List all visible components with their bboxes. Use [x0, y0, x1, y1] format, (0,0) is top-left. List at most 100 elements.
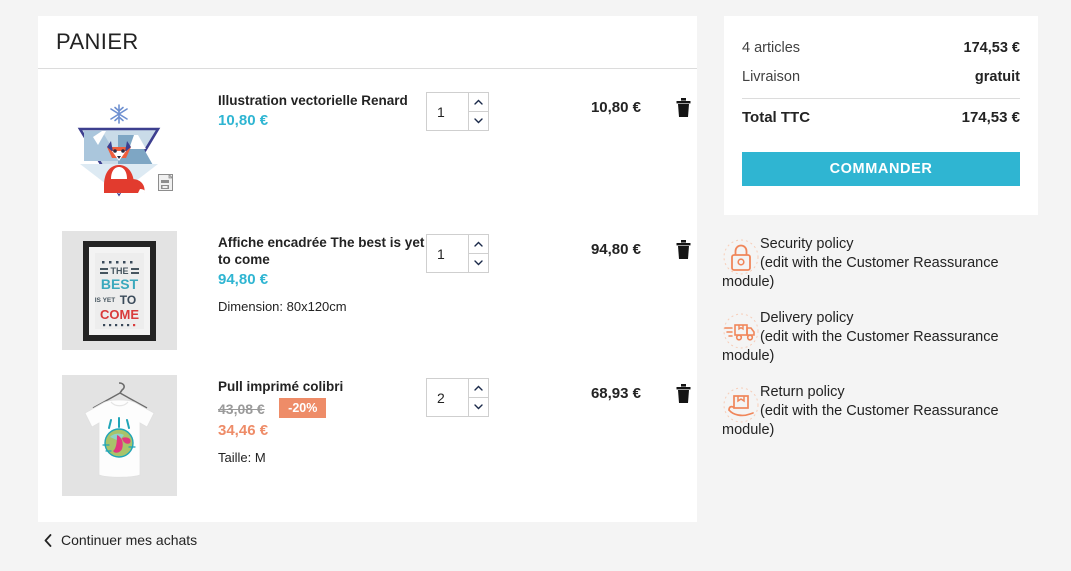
delete-item-button[interactable]: [675, 105, 692, 122]
lock-icon: [722, 238, 760, 276]
reassurance-delivery: Delivery policy (edit with the Customer …: [722, 309, 1052, 366]
quantity-decrease-button[interactable]: [469, 111, 488, 130]
quantity-stepper[interactable]: [426, 378, 489, 417]
chevron-up-icon: [474, 99, 483, 105]
reassurance-security: Security policy (edit with the Customer …: [722, 235, 1052, 292]
cart-page: PANIER: [0, 0, 1071, 571]
quantity-decrease-button[interactable]: [469, 253, 488, 272]
reassurance-block: Security policy (edit with the Customer …: [722, 235, 1052, 457]
cart-item-row: Pull imprimé colibri 43,08 € -20% 34,46 …: [56, 350, 679, 496]
page-title: PANIER: [56, 29, 139, 55]
summary-articles-label: 4 articles: [742, 40, 800, 56]
product-price-line: 43,08 € -20%: [218, 398, 426, 419]
reassurance-text: Security policy (edit with the Customer …: [722, 235, 1052, 292]
reassurance-title: Return policy: [722, 383, 1052, 402]
quantity-stepper[interactable]: [426, 92, 489, 131]
chevron-down-icon: [474, 404, 483, 410]
cart-item-row: Illustration vectorielle Renard 10,80 €: [56, 69, 679, 206]
order-summary-card: 4 articles 174,53 € Livraison gratuit To…: [724, 16, 1038, 215]
chevron-left-icon: [44, 534, 52, 547]
reassurance-note-continued: module): [722, 274, 774, 290]
reassurance-note: (edit with the Customer Reassurance: [722, 402, 1052, 421]
quantity-cell: [426, 375, 531, 417]
cart-items-list: Illustration vectorielle Renard 10,80 €: [38, 69, 697, 496]
quantity-increase-button[interactable]: [469, 235, 488, 253]
summary-total-row: Total TTC 174,53 €: [742, 103, 1020, 133]
product-price: 94,80 €: [218, 271, 426, 288]
trash-icon: [675, 97, 692, 118]
product-info-cell: Affiche encadrée The best is yet to come…: [218, 231, 426, 315]
quantity-input[interactable]: [427, 93, 468, 130]
chevron-up-icon: [474, 241, 483, 247]
quantity-stepper[interactable]: [426, 234, 489, 273]
trash-icon: [675, 383, 692, 404]
remove-item-cell: [641, 89, 692, 123]
product-thumbnail-cell: [56, 375, 218, 496]
cart-header: PANIER: [38, 16, 697, 69]
product-thumbnail-cell: [56, 89, 218, 206]
quantity-cell: [426, 89, 531, 131]
continue-shopping-link[interactable]: Continuer mes achats: [44, 532, 197, 548]
product-name[interactable]: Affiche encadrée The best is yet to come: [218, 234, 426, 268]
product-regular-price: 43,08 €: [218, 401, 265, 417]
return-box-icon: [722, 386, 760, 424]
svg-text:THE: THE: [111, 266, 129, 276]
summary-articles-value: 174,53 €: [964, 40, 1020, 56]
product-name[interactable]: Pull imprimé colibri: [218, 378, 426, 395]
summary-divider: [742, 98, 1020, 99]
summary-shipping-value: gratuit: [975, 69, 1020, 85]
svg-text:TO: TO: [120, 293, 136, 307]
remove-item-cell: [641, 375, 692, 409]
cart-card: PANIER: [38, 16, 697, 522]
product-image-poster[interactable]: THE BEST IS YET TO COME: [62, 231, 177, 350]
truck-icon: [722, 312, 760, 350]
quantity-input[interactable]: [427, 235, 468, 272]
product-name[interactable]: Illustration vectorielle Renard: [218, 92, 426, 109]
checkout-button[interactable]: COMMANDER: [742, 152, 1020, 186]
product-info-cell: Pull imprimé colibri 43,08 € -20% 34,46 …: [218, 375, 426, 466]
quantity-increase-button[interactable]: [469, 379, 488, 397]
remove-item-cell: [641, 231, 692, 265]
discount-badge: -20%: [279, 398, 326, 418]
quantity-increase-button[interactable]: [469, 93, 488, 111]
reassurance-note-continued: module): [722, 348, 774, 364]
printed-sweater-icon: [62, 375, 177, 496]
svg-text:IS YET: IS YET: [95, 297, 116, 304]
continue-shopping-label: Continuer mes achats: [61, 532, 197, 548]
summary-articles-row: 4 articles 174,53 €: [742, 34, 1020, 63]
reassurance-text: Delivery policy (edit with the Customer …: [722, 309, 1052, 366]
file-attachment-icon: [158, 174, 173, 191]
svg-text:COME: COME: [100, 307, 139, 322]
quantity-decrease-button[interactable]: [469, 397, 488, 416]
quantity-spinner: [468, 379, 488, 416]
quantity-cell: [426, 231, 531, 273]
summary-shipping-row: Livraison gratuit: [742, 63, 1020, 92]
delete-item-button[interactable]: [675, 391, 692, 408]
framed-poster-icon: THE BEST IS YET TO COME: [62, 231, 177, 350]
reassurance-note-continued: module): [722, 422, 774, 438]
product-price: 10,80 €: [218, 112, 426, 129]
line-total: 68,93 €: [531, 375, 641, 402]
cart-item-row: THE BEST IS YET TO COME: [56, 206, 679, 350]
reassurance-title: Security policy: [722, 235, 1052, 254]
delete-item-button[interactable]: [675, 247, 692, 264]
quantity-spinner: [468, 235, 488, 272]
reassurance-text: Return policy (edit with the Customer Re…: [722, 383, 1052, 440]
product-thumbnail-cell: THE BEST IS YET TO COME: [56, 231, 218, 350]
product-image-sweater[interactable]: [62, 375, 177, 496]
product-attribute: Dimension: 80x120cm: [218, 298, 426, 315]
line-total: 10,80 €: [531, 89, 641, 116]
summary-total-value: 174,53 €: [962, 109, 1020, 126]
summary-total-label: Total TTC: [742, 109, 810, 126]
chevron-up-icon: [474, 385, 483, 391]
chevron-down-icon: [474, 260, 483, 266]
product-price: 34,46 €: [218, 422, 426, 439]
reassurance-return: Return policy (edit with the Customer Re…: [722, 383, 1052, 440]
quantity-input[interactable]: [427, 379, 468, 416]
product-info-cell: Illustration vectorielle Renard 10,80 €: [218, 89, 426, 129]
reassurance-note: (edit with the Customer Reassurance: [722, 328, 1052, 347]
quantity-spinner: [468, 93, 488, 130]
reassurance-title: Delivery policy: [722, 309, 1052, 328]
product-attribute: Taille: M: [218, 449, 426, 466]
reassurance-note: (edit with the Customer Reassurance: [722, 254, 1052, 273]
